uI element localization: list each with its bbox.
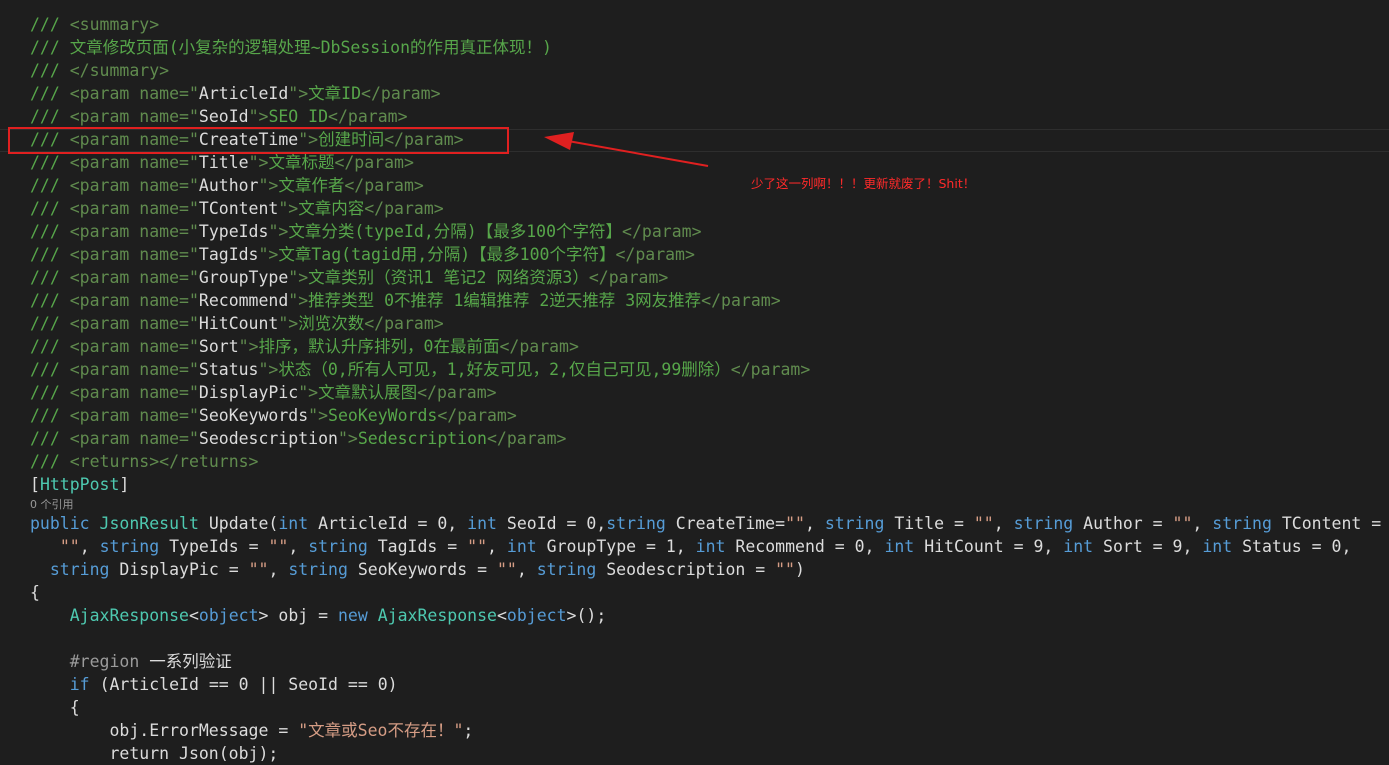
arrow-head (544, 132, 574, 150)
annotation-arrow (544, 132, 709, 167)
annotation-text: 少了这一列啊！！！更新就废了！Shit！ (751, 176, 976, 191)
arrow-shaft (567, 140, 709, 167)
code-editor[interactable]: /// <summary>/// 文章修改页面(小复杂的逻辑处理~DbSessi… (0, 0, 1389, 763)
